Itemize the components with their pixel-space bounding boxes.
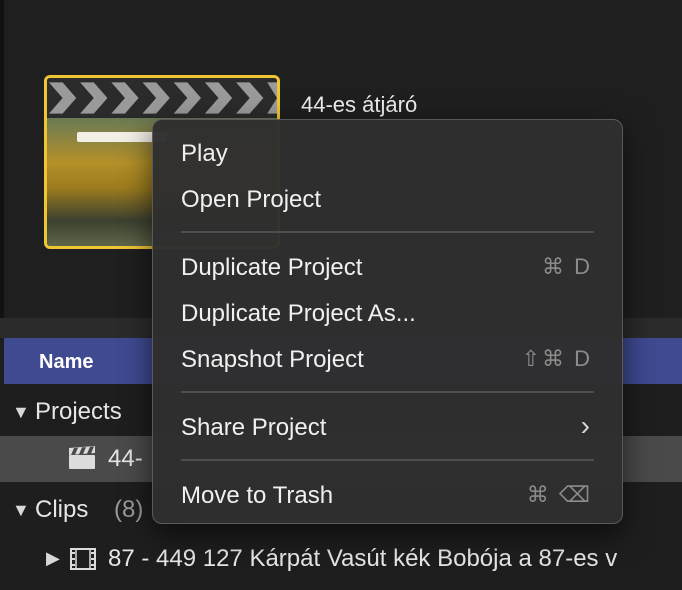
menu-separator xyxy=(181,459,594,461)
menu-item-move-to-trash[interactable]: Move to Trash ⌘ ⌫ xyxy=(181,476,592,516)
left-edge-divider xyxy=(0,0,4,318)
clips-count: (8) xyxy=(114,496,144,523)
clips-label: Clips xyxy=(35,496,89,523)
context-menu: Play Open Project Duplicate Project ⌘ D … xyxy=(152,119,623,524)
film-strip-icon xyxy=(70,548,96,577)
menu-item-duplicate-project-as[interactable]: Duplicate Project As... xyxy=(181,294,592,334)
clip-list-item[interactable]: ▶ 87 - 449 127 Kárpát Vasút kék Bobója a… xyxy=(0,536,682,582)
menu-item-snapshot-project[interactable]: Snapshot Project ⇧⌘ D xyxy=(181,340,592,380)
menu-separator xyxy=(181,231,594,233)
clapperboard-icon xyxy=(47,78,277,118)
menu-item-label: Duplicate Project xyxy=(181,254,363,281)
clip-item-label: 87 - 449 127 Kárpát Vasút kék Bobója a 8… xyxy=(108,545,618,572)
menu-item-label: Move to Trash xyxy=(181,482,334,509)
menu-item-duplicate-project[interactable]: Duplicate Project ⌘ D xyxy=(181,248,592,288)
shortcut-label: ⌘ D xyxy=(542,254,592,279)
menu-separator xyxy=(181,391,594,393)
menu-item-play[interactable]: Play xyxy=(181,134,592,174)
name-column-label[interactable]: Name xyxy=(39,351,93,374)
projects-label: Projects xyxy=(35,398,122,425)
shortcut-label: ⌘ ⌫ xyxy=(526,482,592,507)
menu-item-label: Snapshot Project xyxy=(181,346,364,373)
menu-item-label: Share Project xyxy=(181,414,327,441)
disclosure-down-icon[interactable]: ▼ xyxy=(12,402,30,423)
disclosure-down-icon[interactable]: ▼ xyxy=(12,500,30,521)
menu-item-label: Duplicate Project As... xyxy=(181,300,416,327)
menu-item-open-project[interactable]: Open Project xyxy=(181,180,592,220)
shortcut-label: ⇧⌘ D xyxy=(521,346,592,371)
project-item-label: 44- xyxy=(108,445,143,472)
menu-item-share-project[interactable]: Share Project › xyxy=(181,408,592,448)
disclosure-right-icon[interactable]: ▶ xyxy=(46,548,60,569)
menu-item-label: Open Project xyxy=(181,186,322,213)
project-title[interactable]: 44-es átjáró xyxy=(301,92,417,118)
submenu-chevron-icon: › xyxy=(580,410,592,441)
menu-item-label: Play xyxy=(181,140,228,167)
clapperboard-icon xyxy=(68,446,96,477)
